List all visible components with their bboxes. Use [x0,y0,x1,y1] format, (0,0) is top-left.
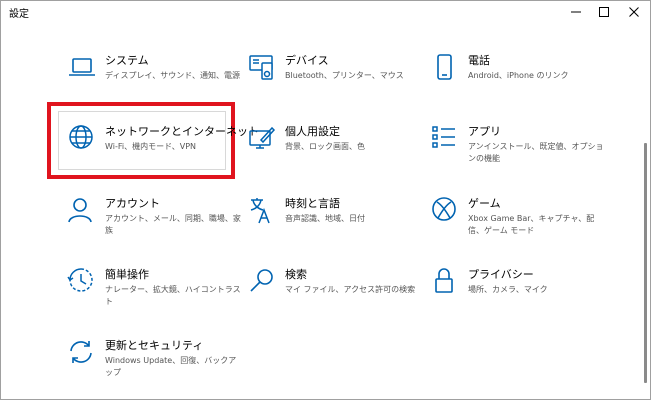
tile-update-security[interactable]: 更新とセキュリティ Windows Update、回復、バックアップ [67,338,247,396]
tile-label: アプリ [468,125,501,138]
tile-description: Windows Update、回復、バックアップ [105,356,237,377]
tile-label: 個人用設定 [285,125,340,138]
person-icon [67,196,97,226]
apps-list-icon [430,124,460,154]
tile-description: 音声認識、地域、日付 [285,214,365,223]
search-icon [247,267,277,297]
tile-label: ゲーム [468,197,501,210]
maximize-button[interactable] [590,1,618,23]
tile-description: ディスプレイ、サウンド、通知、電源 [105,71,240,80]
xbox-icon [430,196,460,226]
time-language-icon [247,196,277,226]
tile-label: システム [105,54,149,67]
tile-devices[interactable]: デバイス Bluetooth、プリンター、マウス [247,53,427,111]
tile-accounts[interactable]: アカウント アカウント、メール、同期、職場、家族 [67,196,247,254]
lock-icon [430,267,460,297]
close-button[interactable] [620,1,648,23]
tile-label: アカウント [105,197,160,210]
minimize-button[interactable] [562,1,590,23]
tile-apps[interactable]: アプリ アンインストール、既定値、オプションの機能 [430,124,610,182]
tile-privacy[interactable]: プライバシー 場所、カメラ、マイク [430,267,610,325]
globe-icon [67,124,97,154]
maximize-icon [599,7,609,17]
tile-ease-of-access[interactable]: 簡単操作 ナレーター、拡大鏡、ハイコントラスト [67,267,247,325]
tile-personalization[interactable]: 個人用設定 背景、ロック画面、色 [247,124,427,182]
laptop-icon [67,53,97,83]
tile-description: Xbox Game Bar、キャプチャ、配信、ゲーム モード [468,214,595,235]
tile-time-language[interactable]: 時刻と言語 音声認識、地域、日付 [247,196,427,254]
tile-search[interactable]: 検索 マイ ファイル、アクセス許可の検索 [247,267,427,325]
tile-description: 背景、ロック画面、色 [285,142,365,151]
tile-label: 簡単操作 [105,268,149,281]
minimize-icon [571,11,581,13]
tile-description: ナレーター、拡大鏡、ハイコントラスト [105,285,241,306]
devices-icon [247,53,277,83]
tile-phone[interactable]: 電話 Android、iPhone のリンク [430,53,610,111]
phone-icon [430,53,460,83]
tile-network[interactable]: ネットワークとインターネット Wi-Fi、機内モード、VPN [67,124,259,182]
sync-icon [67,338,97,368]
tile-description: Bluetooth、プリンター、マウス [285,71,404,80]
tile-description: アカウント、メール、同期、職場、家族 [105,214,241,235]
tile-description: Android、iPhone のリンク [468,71,569,80]
tile-gaming[interactable]: ゲーム Xbox Game Bar、キャプチャ、配信、ゲーム モード [430,196,610,254]
window-title: 設定 [9,9,29,20]
tile-description: アンインストール、既定値、オプションの機能 [468,142,604,163]
close-icon [629,7,639,17]
personalization-icon [247,124,277,154]
tile-label: プライバシー [468,268,534,281]
settings-window: 設定 システム ディスプレイ、サウンド、通知、電源 デバイス Bluetooth… [0,0,651,400]
tile-label: 検索 [285,268,307,281]
tile-label: デバイス [285,54,329,67]
tile-description: Wi-Fi、機内モード、VPN [105,142,197,151]
tile-label: 時刻と言語 [285,197,340,210]
tile-description: 場所、カメラ、マイク [468,285,548,294]
title-bar[interactable]: 設定 [1,1,650,23]
tile-description: マイ ファイル、アクセス許可の検索 [285,285,416,294]
ease-of-access-icon [67,267,97,297]
tile-label: 電話 [468,54,490,67]
tile-label: ネットワークとインターネット [105,125,259,138]
tile-label: 更新とセキュリティ [105,339,204,352]
scrollbar[interactable] [644,143,647,383]
